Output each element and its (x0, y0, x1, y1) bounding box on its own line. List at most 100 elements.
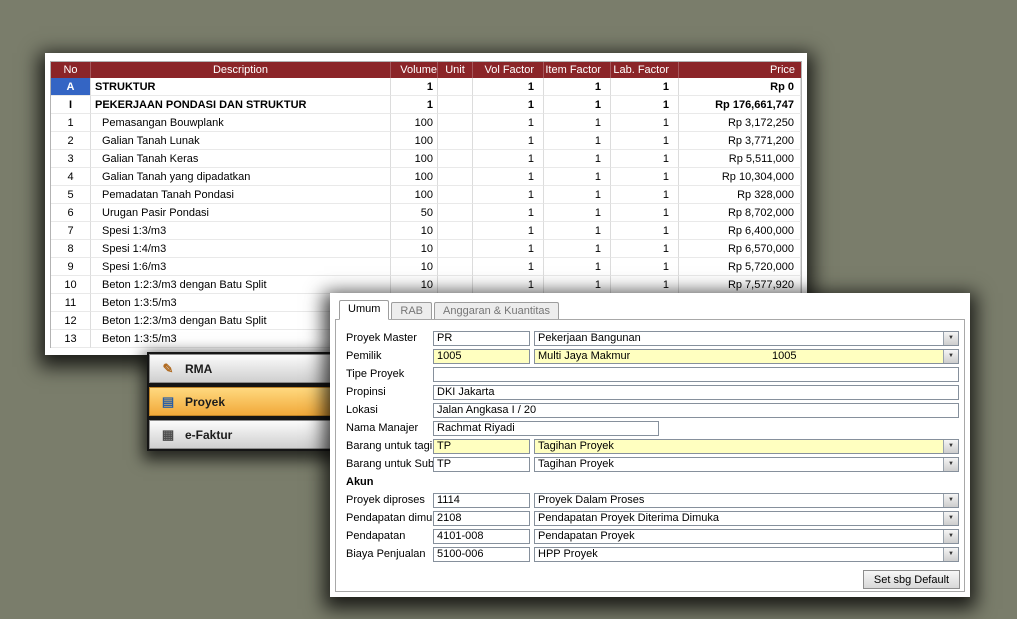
cell-vol_factor[interactable]: 1 (473, 132, 544, 150)
cell-lab_factor[interactable]: 1 (611, 114, 679, 132)
cell-description[interactable]: STRUKTUR (91, 78, 391, 96)
cell-volume[interactable]: 50 (391, 204, 438, 222)
cell-no[interactable]: 1 (51, 114, 91, 132)
table-row[interactable]: 6Urugan Pasir Pondasi50111Rp 8,702,000 (51, 204, 801, 222)
cell-volume[interactable]: 100 (391, 132, 438, 150)
cell-no[interactable]: 10 (51, 276, 91, 294)
cell-volume[interactable]: 10 (391, 222, 438, 240)
pendapatan-dimuka-combo[interactable]: Pendapatan Proyek Diterima Dimuka▼ (534, 511, 959, 526)
cell-lab_factor[interactable]: 1 (611, 240, 679, 258)
chevron-down-icon[interactable]: ▼ (943, 458, 958, 471)
cell-vol_factor[interactable]: 1 (473, 150, 544, 168)
table-row[interactable]: IPEKERJAAN PONDASI DAN STRUKTUR1111Rp 17… (51, 96, 801, 114)
proyek-master-code-field[interactable]: PR (433, 331, 530, 346)
cell-no[interactable]: 7 (51, 222, 91, 240)
cell-volume[interactable]: 10 (391, 276, 438, 294)
cell-item_factor[interactable]: 1 (544, 78, 611, 96)
cell-no[interactable]: 9 (51, 258, 91, 276)
cell-price[interactable]: Rp 3,771,200 (679, 132, 801, 150)
cell-no[interactable]: 6 (51, 204, 91, 222)
cell-no[interactable]: 11 (51, 294, 91, 312)
cell-description[interactable]: Pemadatan Tanah Pondasi (91, 186, 391, 204)
lokasi-field[interactable]: Jalan Angkasa I / 20 (433, 403, 959, 418)
biaya-penjualan-code-field[interactable]: 5100-006 (433, 547, 530, 562)
cell-lab_factor[interactable]: 1 (611, 132, 679, 150)
tab-anggaran-kuantitas[interactable]: Anggaran & Kuantitas (434, 302, 559, 319)
cell-unit[interactable] (438, 186, 473, 204)
cell-item_factor[interactable]: 1 (544, 276, 611, 294)
cell-unit[interactable] (438, 204, 473, 222)
column-header-vol_factor[interactable]: Vol Factor (473, 62, 544, 78)
sidebar-item-proyek[interactable]: ▤Proyek (149, 387, 333, 416)
tab-umum[interactable]: Umum (339, 300, 389, 320)
cell-lab_factor[interactable]: 1 (611, 150, 679, 168)
cell-price[interactable]: Rp 6,570,000 (679, 240, 801, 258)
proyek-master-combo[interactable]: Pekerjaan Bangunan▼ (534, 331, 959, 346)
sidebar-item-rma[interactable]: ✎RMA (149, 354, 333, 383)
cell-unit[interactable] (438, 132, 473, 150)
chevron-down-icon[interactable]: ▼ (943, 440, 958, 453)
cell-item_factor[interactable]: 1 (544, 186, 611, 204)
cell-unit[interactable] (438, 258, 473, 276)
cell-vol_factor[interactable]: 1 (473, 240, 544, 258)
column-header-item_factor[interactable]: Item Factor (544, 62, 611, 78)
cell-lab_factor[interactable]: 1 (611, 258, 679, 276)
column-header-description[interactable]: Description (91, 62, 391, 78)
barang-untuk-subkon-combo[interactable]: Tagihan Proyek▼ (534, 457, 959, 472)
cell-description[interactable]: Galian Tanah Keras (91, 150, 391, 168)
cell-description[interactable]: Spesi 1:4/m3 (91, 240, 391, 258)
cell-description[interactable]: PEKERJAAN PONDASI DAN STRUKTUR (91, 96, 391, 114)
pendapatan-combo[interactable]: Pendapatan Proyek▼ (534, 529, 959, 544)
cell-item_factor[interactable]: 1 (544, 96, 611, 114)
cell-volume[interactable]: 10 (391, 258, 438, 276)
cell-item_factor[interactable]: 1 (544, 240, 611, 258)
propinsi-field[interactable]: DKI Jakarta (433, 385, 959, 400)
cell-no[interactable]: 5 (51, 186, 91, 204)
cell-item_factor[interactable]: 1 (544, 132, 611, 150)
column-header-price[interactable]: Price (679, 62, 801, 78)
cell-price[interactable]: Rp 6,400,000 (679, 222, 801, 240)
cell-vol_factor[interactable]: 1 (473, 96, 544, 114)
chevron-down-icon[interactable]: ▼ (943, 332, 958, 345)
column-header-lab_factor[interactable]: Lab. Factor (611, 62, 679, 78)
cell-unit[interactable] (438, 150, 473, 168)
table-row[interactable]: 4Galian Tanah yang dipadatkan100111Rp 10… (51, 168, 801, 186)
cell-unit[interactable] (438, 222, 473, 240)
tab-rab[interactable]: RAB (391, 302, 432, 319)
cell-description[interactable]: Urugan Pasir Pondasi (91, 204, 391, 222)
cell-item_factor[interactable]: 1 (544, 114, 611, 132)
cell-volume[interactable]: 100 (391, 168, 438, 186)
cell-no[interactable]: 4 (51, 168, 91, 186)
table-row[interactable]: 9Spesi 1:6/m310111Rp 5,720,000 (51, 258, 801, 276)
chevron-down-icon[interactable]: ▼ (943, 494, 958, 507)
cell-description[interactable]: Spesi 1:6/m3 (91, 258, 391, 276)
cell-price[interactable]: Rp 328,000 (679, 186, 801, 204)
column-header-unit[interactable]: Unit (438, 62, 473, 78)
cell-description[interactable]: Beton 1:2:3/m3 dengan Batu Split (91, 276, 391, 294)
cell-no[interactable]: I (51, 96, 91, 114)
cell-volume[interactable]: 1 (391, 78, 438, 96)
cell-item_factor[interactable]: 1 (544, 204, 611, 222)
chevron-down-icon[interactable]: ▼ (943, 530, 958, 543)
cell-lab_factor[interactable]: 1 (611, 222, 679, 240)
cell-unit[interactable] (438, 78, 473, 96)
cell-description[interactable]: Galian Tanah Lunak (91, 132, 391, 150)
cell-item_factor[interactable]: 1 (544, 222, 611, 240)
proyek-diproses-code-field[interactable]: 1114 (433, 493, 530, 508)
nama-manajer-field[interactable]: Rachmat Riyadi (433, 421, 659, 436)
table-row[interactable]: 2Galian Tanah Lunak100111Rp 3,771,200 (51, 132, 801, 150)
cell-vol_factor[interactable]: 1 (473, 222, 544, 240)
cell-price[interactable]: Rp 5,511,000 (679, 150, 801, 168)
pemilik-code-field[interactable]: 1005 (433, 349, 530, 364)
barang-untuk-tagihan-combo[interactable]: Tagihan Proyek▼ (534, 439, 959, 454)
cell-lab_factor[interactable]: 1 (611, 168, 679, 186)
cell-item_factor[interactable]: 1 (544, 150, 611, 168)
chevron-down-icon[interactable]: ▼ (943, 512, 958, 525)
chevron-down-icon[interactable]: ▼ (943, 350, 958, 363)
cell-vol_factor[interactable]: 1 (473, 114, 544, 132)
cell-price[interactable]: Rp 8,702,000 (679, 204, 801, 222)
cell-price[interactable]: Rp 0 (679, 78, 801, 96)
cell-no[interactable]: 3 (51, 150, 91, 168)
cell-no[interactable]: 8 (51, 240, 91, 258)
table-row[interactable]: 8Spesi 1:4/m310111Rp 6,570,000 (51, 240, 801, 258)
